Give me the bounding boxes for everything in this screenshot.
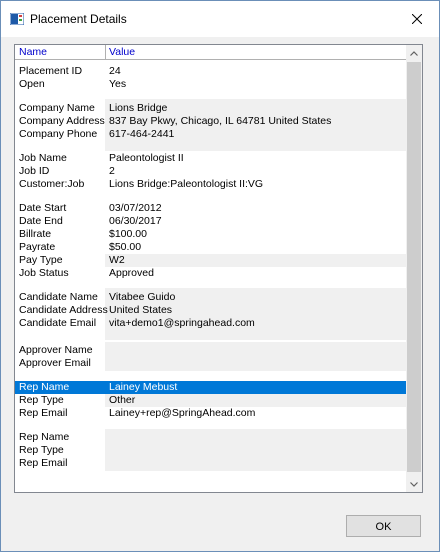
row-name: Date Start — [19, 202, 67, 214]
row-name: Approver Name — [19, 344, 93, 356]
list-row[interactable]: Rep Email — [15, 457, 406, 470]
window-title: Placement Details — [30, 12, 127, 26]
list-row-selected[interactable]: Rep Name Lainey Mebust — [15, 381, 406, 394]
row-name: Placement ID — [19, 65, 83, 77]
details-list-body: Name Value Placement ID 24 Open Yes Compan… — [15, 45, 406, 492]
ok-button[interactable]: OK — [346, 515, 421, 537]
list-row[interactable]: Job Status Approved — [15, 267, 406, 280]
row-name: Company Phone — [19, 128, 98, 140]
row-name: Job ID — [19, 165, 50, 177]
chevron-up-icon — [410, 50, 418, 56]
row-value: 24 — [109, 65, 121, 77]
row-value: 617-464-2441 — [109, 128, 175, 140]
row-value: Lainey+rep@SpringAhead.com — [109, 407, 256, 419]
row-name: Rep Name — [19, 381, 70, 393]
row-value: United States — [109, 304, 173, 316]
row-value-background — [105, 394, 406, 407]
row-name: Payrate — [19, 241, 56, 253]
list-row[interactable]: Rep Email Lainey+rep@SpringAhead.com — [15, 407, 406, 420]
list-row[interactable]: Pay Type W2 — [15, 254, 406, 267]
row-value: Yes — [109, 78, 127, 90]
list-row[interactable]: Company Address 837 Bay Pkwy, Chicago, IL… — [15, 115, 406, 128]
list-row[interactable]: Rep Name — [15, 431, 406, 444]
row-name: Customer:Job — [19, 178, 85, 190]
row-name: Company Name — [19, 102, 95, 114]
column-divider[interactable] — [105, 45, 106, 59]
row-value: Approved — [109, 267, 154, 279]
row-value: Paleontologist II — [109, 152, 184, 164]
row-name: Open — [19, 78, 45, 90]
row-value: Vitabee Guido — [109, 291, 176, 303]
list-row[interactable]: Billrate $100.00 — [15, 228, 406, 241]
row-name: Date End — [19, 215, 63, 227]
list-row[interactable]: Payrate $50.00 — [15, 241, 406, 254]
list-row[interactable]: Date End 06/30/2017 — [15, 215, 406, 228]
chevron-down-icon — [410, 481, 418, 487]
row-value: W2 — [109, 254, 125, 266]
row-value: 03/07/2012 — [109, 202, 162, 214]
row-name: Candidate Address — [19, 304, 108, 316]
list-row[interactable]: Rep Type Other — [15, 394, 406, 407]
row-name: Rep Name — [19, 431, 70, 443]
row-name: Rep Email — [19, 407, 68, 419]
row-value: Other — [109, 394, 136, 406]
row-value: Lions Bridge — [109, 102, 168, 114]
list-row[interactable]: Job Name Paleontologist II — [15, 152, 406, 165]
close-icon — [412, 14, 422, 24]
list-row[interactable]: Approver Email — [15, 357, 406, 370]
placement-details-dialog: Placement Details Name Value Placement I… — [0, 0, 440, 552]
row-name: Pay Type — [19, 254, 63, 266]
list-row[interactable]: Rep Type — [15, 444, 406, 457]
row-value: 2 — [109, 165, 115, 177]
close-button[interactable] — [395, 1, 439, 37]
column-header-value[interactable]: Value — [109, 45, 135, 59]
row-name: Candidate Name — [19, 291, 98, 303]
list-row[interactable]: Placement ID 24 — [15, 65, 406, 78]
row-value: 06/30/2017 — [109, 215, 162, 227]
row-name: Candidate Email — [19, 317, 97, 329]
row-name: Rep Email — [19, 457, 68, 469]
row-name: Job Name — [19, 152, 67, 164]
row-value: vita+demo1@springahead.com — [109, 317, 255, 329]
list-row[interactable]: Open Yes — [15, 78, 406, 91]
list-row[interactable]: Candidate Email vita+demo1@springahead.co… — [15, 317, 406, 330]
list-row[interactable]: Job ID 2 — [15, 165, 406, 178]
row-value: Lions Bridge:Paleontologist II:VG — [109, 178, 264, 190]
details-list[interactable]: Name Value Placement ID 24 Open Yes Compan… — [14, 44, 423, 493]
title-bar: Placement Details — [1, 1, 439, 37]
scroll-down-button[interactable] — [406, 476, 422, 492]
column-header-name[interactable]: Name — [19, 45, 47, 59]
row-name: Rep Type — [19, 394, 64, 406]
list-row[interactable]: Approver Name — [15, 344, 406, 357]
vertical-scrollbar[interactable] — [406, 45, 422, 492]
row-name: Approver Email — [19, 357, 91, 369]
list-row[interactable]: Date Start 03/07/2012 — [15, 202, 406, 215]
row-value: 837 Bay Pkwy, Chicago, IL 64781 United S… — [109, 115, 332, 127]
list-row[interactable]: Candidate Address United States — [15, 304, 406, 317]
list-header: Name Value — [15, 45, 406, 59]
scroll-thumb[interactable] — [407, 62, 421, 472]
scroll-up-button[interactable] — [406, 45, 422, 61]
row-value-background — [105, 254, 406, 267]
row-name: Job Status — [19, 267, 69, 279]
row-value: Lainey Mebust — [109, 381, 178, 393]
row-value: $100.00 — [109, 228, 147, 240]
row-value: $50.00 — [109, 241, 142, 253]
app-window-icon — [10, 13, 24, 25]
row-name: Company Address — [19, 115, 105, 127]
row-name: Billrate — [19, 228, 52, 240]
list-row[interactable]: Customer:Job Lions Bridge:Paleontologist … — [15, 178, 406, 191]
list-row[interactable]: Company Phone 617-464-2441 — [15, 128, 406, 141]
list-row[interactable]: Candidate Name Vitabee Guido — [15, 291, 406, 304]
list-row[interactable]: Company Name Lions Bridge — [15, 102, 406, 115]
header-divider — [15, 59, 406, 60]
row-name: Rep Type — [19, 444, 64, 456]
